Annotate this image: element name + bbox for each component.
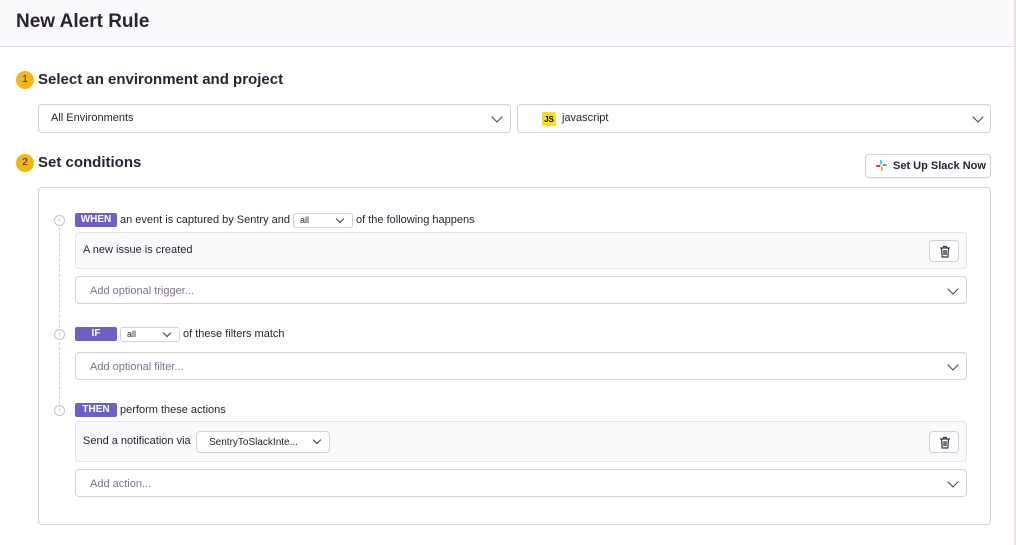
chevron-down-icon [972,111,984,123]
then-text-after: perform these actions [120,404,226,416]
chevron-down-icon [312,435,322,445]
javascript-platform-icon: JS [542,112,556,126]
setup-slack-button[interactable]: Set Up Slack Now [865,154,991,178]
chevron-down-icon [335,214,345,224]
add-filter-select[interactable]: Add optional filter... [75,352,967,380]
chevron-down-icon [947,476,959,488]
delete-action-button[interactable] [929,431,959,453]
environment-select[interactable]: All Environments [38,104,511,133]
chevron-down-icon [947,359,959,371]
chevron-down-icon [947,283,959,295]
if-badge: IF [75,327,117,341]
if-match-value: all [127,329,137,339]
step-marker-icon: › [54,329,65,340]
setup-slack-button-label: Set Up Slack Now [893,160,986,172]
if-text-after: of these filters match [183,328,285,340]
page-title: New Alert Rule [16,11,150,32]
when-text-after: of the following happens [356,214,475,226]
notification-integration-select[interactable]: SentryToSlackInte... [196,431,330,453]
when-match-value: all [300,215,310,225]
action-row: Send a notification via SentryToSlackInt… [75,421,967,462]
chevron-down-icon [491,111,503,123]
notification-integration-value: SentryToSlackInte... [209,437,298,448]
chevron-down-icon [162,328,172,338]
add-action-select[interactable]: Add action... [75,469,967,497]
add-filter-placeholder: Add optional filter... [90,361,184,373]
step-1-title: Select an environment and project [38,71,284,88]
trash-icon [940,436,950,449]
step-2-badge: 2 [16,154,34,172]
then-badge: THEN [75,403,117,417]
add-trigger-placeholder: Add optional trigger... [90,285,194,297]
if-match-select[interactable]: all [120,327,180,342]
step-marker-icon: › [54,215,65,226]
step-1-badge: 1 [16,71,34,89]
add-trigger-select[interactable]: Add optional trigger... [75,276,967,304]
connector-line [59,342,60,404]
action-label: Send a notification via [83,435,191,447]
add-action-placeholder: Add action... [90,478,152,490]
environment-select-value: All Environments [51,112,134,124]
trash-icon [940,245,950,258]
page-header: New Alert Rule [0,0,1014,47]
step-marker-icon: › [54,405,65,416]
when-text-before: an event is captured by Sentry and [120,214,290,226]
when-badge: WHEN [75,213,117,227]
project-select-value: javascript [562,112,609,124]
when-match-select[interactable]: all [293,213,353,228]
trigger-row: A new issue is created [75,232,967,269]
slack-icon [876,160,887,171]
trigger-label: A new issue is created [83,244,193,256]
delete-trigger-button[interactable] [929,240,959,262]
connector-line [59,228,60,328]
project-select[interactable]: JS javascript [517,104,991,133]
step-2-title: Set conditions [38,154,142,171]
